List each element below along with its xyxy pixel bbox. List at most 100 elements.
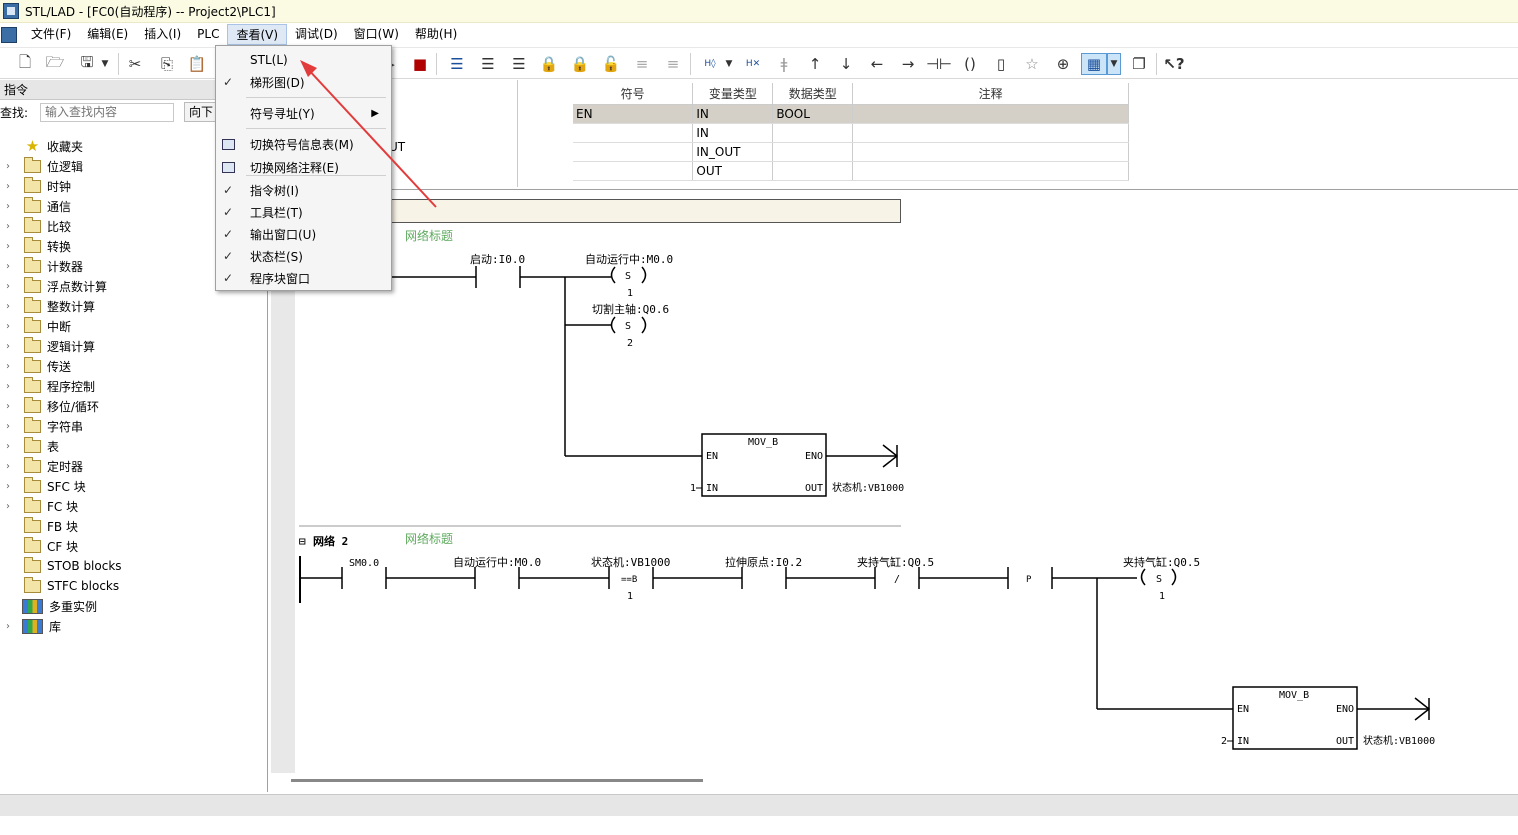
tree-item[interactable]: › 字符串 (0, 416, 268, 436)
delete-row-icon[interactable]: H✕ (742, 53, 764, 75)
lock-icon[interactable]: 🔒 (569, 53, 591, 75)
table-cell[interactable] (573, 123, 694, 143)
tree-item[interactable]: › 逻辑计算 (0, 336, 268, 356)
save-dropdown-icon[interactable]: ▼ (98, 53, 112, 75)
coil-icon[interactable]: () (959, 53, 981, 75)
tree-item[interactable]: › 表 (0, 436, 268, 456)
menu-view[interactable]: 查看(V) (227, 24, 288, 45)
chevron-right-icon[interactable]: › (6, 461, 16, 472)
tree-item[interactable]: › 整数计算 (0, 296, 268, 316)
table-cell[interactable] (772, 142, 854, 162)
table-row[interactable]: IN (573, 123, 1129, 143)
table-cell[interactable]: IN (692, 104, 774, 124)
col-data-type[interactable]: 数据类型 (772, 83, 854, 105)
table-cell[interactable] (573, 161, 694, 181)
help-cursor-icon[interactable]: ↖? (1163, 53, 1185, 75)
menu-item-output-window[interactable]: ✓ 输出窗口(U) (216, 223, 391, 245)
menu-item-status-bar[interactable]: ✓ 状态栏(S) (216, 245, 391, 267)
chevron-right-icon[interactable]: › (6, 481, 16, 492)
table-cell[interactable]: OUT (692, 161, 774, 181)
delete-network-icon[interactable]: ☰ (477, 53, 499, 75)
box2-in-value[interactable]: 2 (1221, 736, 1227, 747)
tree-item[interactable]: FB 块 (0, 516, 268, 536)
save-icon[interactable]: 🖫 (76, 53, 98, 75)
table-cell[interactable] (852, 123, 1129, 143)
col-var-type[interactable]: 变量类型 (692, 83, 774, 105)
menu-item-ladder[interactable]: ✓ 梯形图(D) (216, 71, 391, 93)
table-cell[interactable]: BOOL (772, 104, 854, 124)
lock-icon[interactable]: 🔒 (538, 53, 560, 75)
contact1-label[interactable]: 启动:I0.0 (470, 253, 525, 266)
n2-contact4-label[interactable]: 拉伸原点:I0.2 (725, 555, 802, 569)
menu-item-symbolic-addressing[interactable]: 符号寻址(Y) ▶ (216, 102, 391, 124)
chevron-right-icon[interactable]: › (6, 401, 16, 412)
tree-item[interactable]: › 程序控制 (0, 376, 268, 396)
chevron-right-icon[interactable]: › (6, 341, 16, 352)
line-left-icon[interactable]: ← (866, 53, 888, 75)
chevron-right-icon[interactable]: › (6, 321, 16, 332)
network2-collapse-icon[interactable]: ⊟ (299, 535, 306, 548)
table-cell[interactable]: IN (692, 123, 774, 143)
chevron-right-icon[interactable]: › (6, 181, 16, 192)
n2-contact2-label[interactable]: 自动运行中:M0.0 (453, 556, 541, 569)
menu-item-program-block-window[interactable]: ✓ 程序块窗口 (216, 267, 391, 289)
tree-item[interactable]: CF 块 (0, 536, 268, 556)
insert-network-icon[interactable]: ☰ (446, 53, 468, 75)
chevron-right-icon[interactable]: › (6, 441, 16, 452)
menu-item-stl[interactable]: STL(L) (216, 49, 391, 71)
chevron-right-icon[interactable]: › (6, 201, 16, 212)
box2-out-var[interactable]: 状态机:VB1000 (1363, 734, 1435, 747)
chevron-right-icon[interactable]: › (6, 421, 16, 432)
menu-file[interactable]: 文件(F) (23, 24, 79, 45)
chevron-right-icon[interactable]: › (6, 381, 16, 392)
chevron-right-icon[interactable]: › (6, 621, 16, 632)
n2-contact1-label[interactable]: SM0.0 (349, 558, 379, 569)
table-cell[interactable] (852, 161, 1129, 181)
grid-dropdown-icon[interactable]: ▼ (1107, 53, 1121, 75)
n2-compare-label[interactable]: 状态机:VB1000 (591, 555, 670, 569)
coil2-label[interactable]: 切割主轴:Q0.6 (592, 302, 669, 316)
favorite-star-icon[interactable]: ☆ (1021, 53, 1043, 75)
new-file-icon[interactable]: 🗋 (14, 53, 36, 75)
tree-item[interactable]: STOB blocks (0, 556, 268, 576)
chevron-right-icon[interactable]: › (6, 501, 16, 512)
insert-dropdown-icon[interactable]: ▼ (722, 53, 736, 75)
tree-item[interactable]: › 中断 (0, 316, 268, 336)
stop-icon[interactable]: ■ (409, 53, 431, 75)
tree-item[interactable]: › 库 (0, 616, 268, 636)
menu-item-symbol-table[interactable]: 切换符号信息表(M) (216, 133, 391, 155)
menu-debug[interactable]: 调试(D) (287, 24, 346, 45)
line-up-icon[interactable]: ↑ (804, 53, 826, 75)
zoom-icon[interactable]: ⊕ (1052, 53, 1074, 75)
n2-contact5-label[interactable]: 夹持气缸:Q0.5 (857, 555, 934, 569)
coil1-label[interactable]: 自动运行中:M0.0 (585, 253, 673, 266)
box1-out-var[interactable]: 状态机:VB1000 (832, 481, 904, 494)
table-cell[interactable] (772, 123, 854, 143)
line-right-icon[interactable]: → (897, 53, 919, 75)
box1-in-value[interactable]: 1 (690, 483, 696, 494)
col-symbol[interactable]: 符号 (573, 83, 694, 105)
chevron-right-icon[interactable]: › (6, 361, 16, 372)
outdent-icon[interactable]: ≡ (662, 53, 684, 75)
table-row[interactable]: EN IN BOOL (573, 104, 1129, 124)
table-cell[interactable] (573, 142, 694, 162)
line-down-icon[interactable]: ↓ (835, 53, 857, 75)
menu-window[interactable]: 窗口(W) (346, 24, 407, 45)
chevron-right-icon[interactable]: › (6, 301, 16, 312)
contact-icon[interactable]: ⊣⊢ (926, 53, 952, 75)
menu-insert[interactable]: 插入(I) (136, 24, 189, 45)
menu-plc[interactable]: PLC (189, 24, 227, 45)
horizontal-scrollbar[interactable] (291, 779, 703, 782)
tree-item[interactable]: › 传送 (0, 356, 268, 376)
tree-item[interactable]: › FC 块 (0, 496, 268, 516)
menu-item-toolbar[interactable]: ✓ 工具栏(T) (216, 201, 391, 223)
table-cell[interactable] (852, 142, 1129, 162)
box-icon[interactable]: ▯ (990, 53, 1012, 75)
table-cell[interactable] (852, 104, 1129, 124)
chevron-right-icon[interactable]: › (6, 241, 16, 252)
tree-item[interactable]: › 移位/循环 (0, 396, 268, 416)
chevron-right-icon[interactable]: › (6, 161, 16, 172)
table-cell[interactable] (772, 161, 854, 181)
tree-item[interactable]: 多重实例 (0, 596, 268, 616)
chevron-right-icon[interactable]: › (6, 221, 16, 232)
